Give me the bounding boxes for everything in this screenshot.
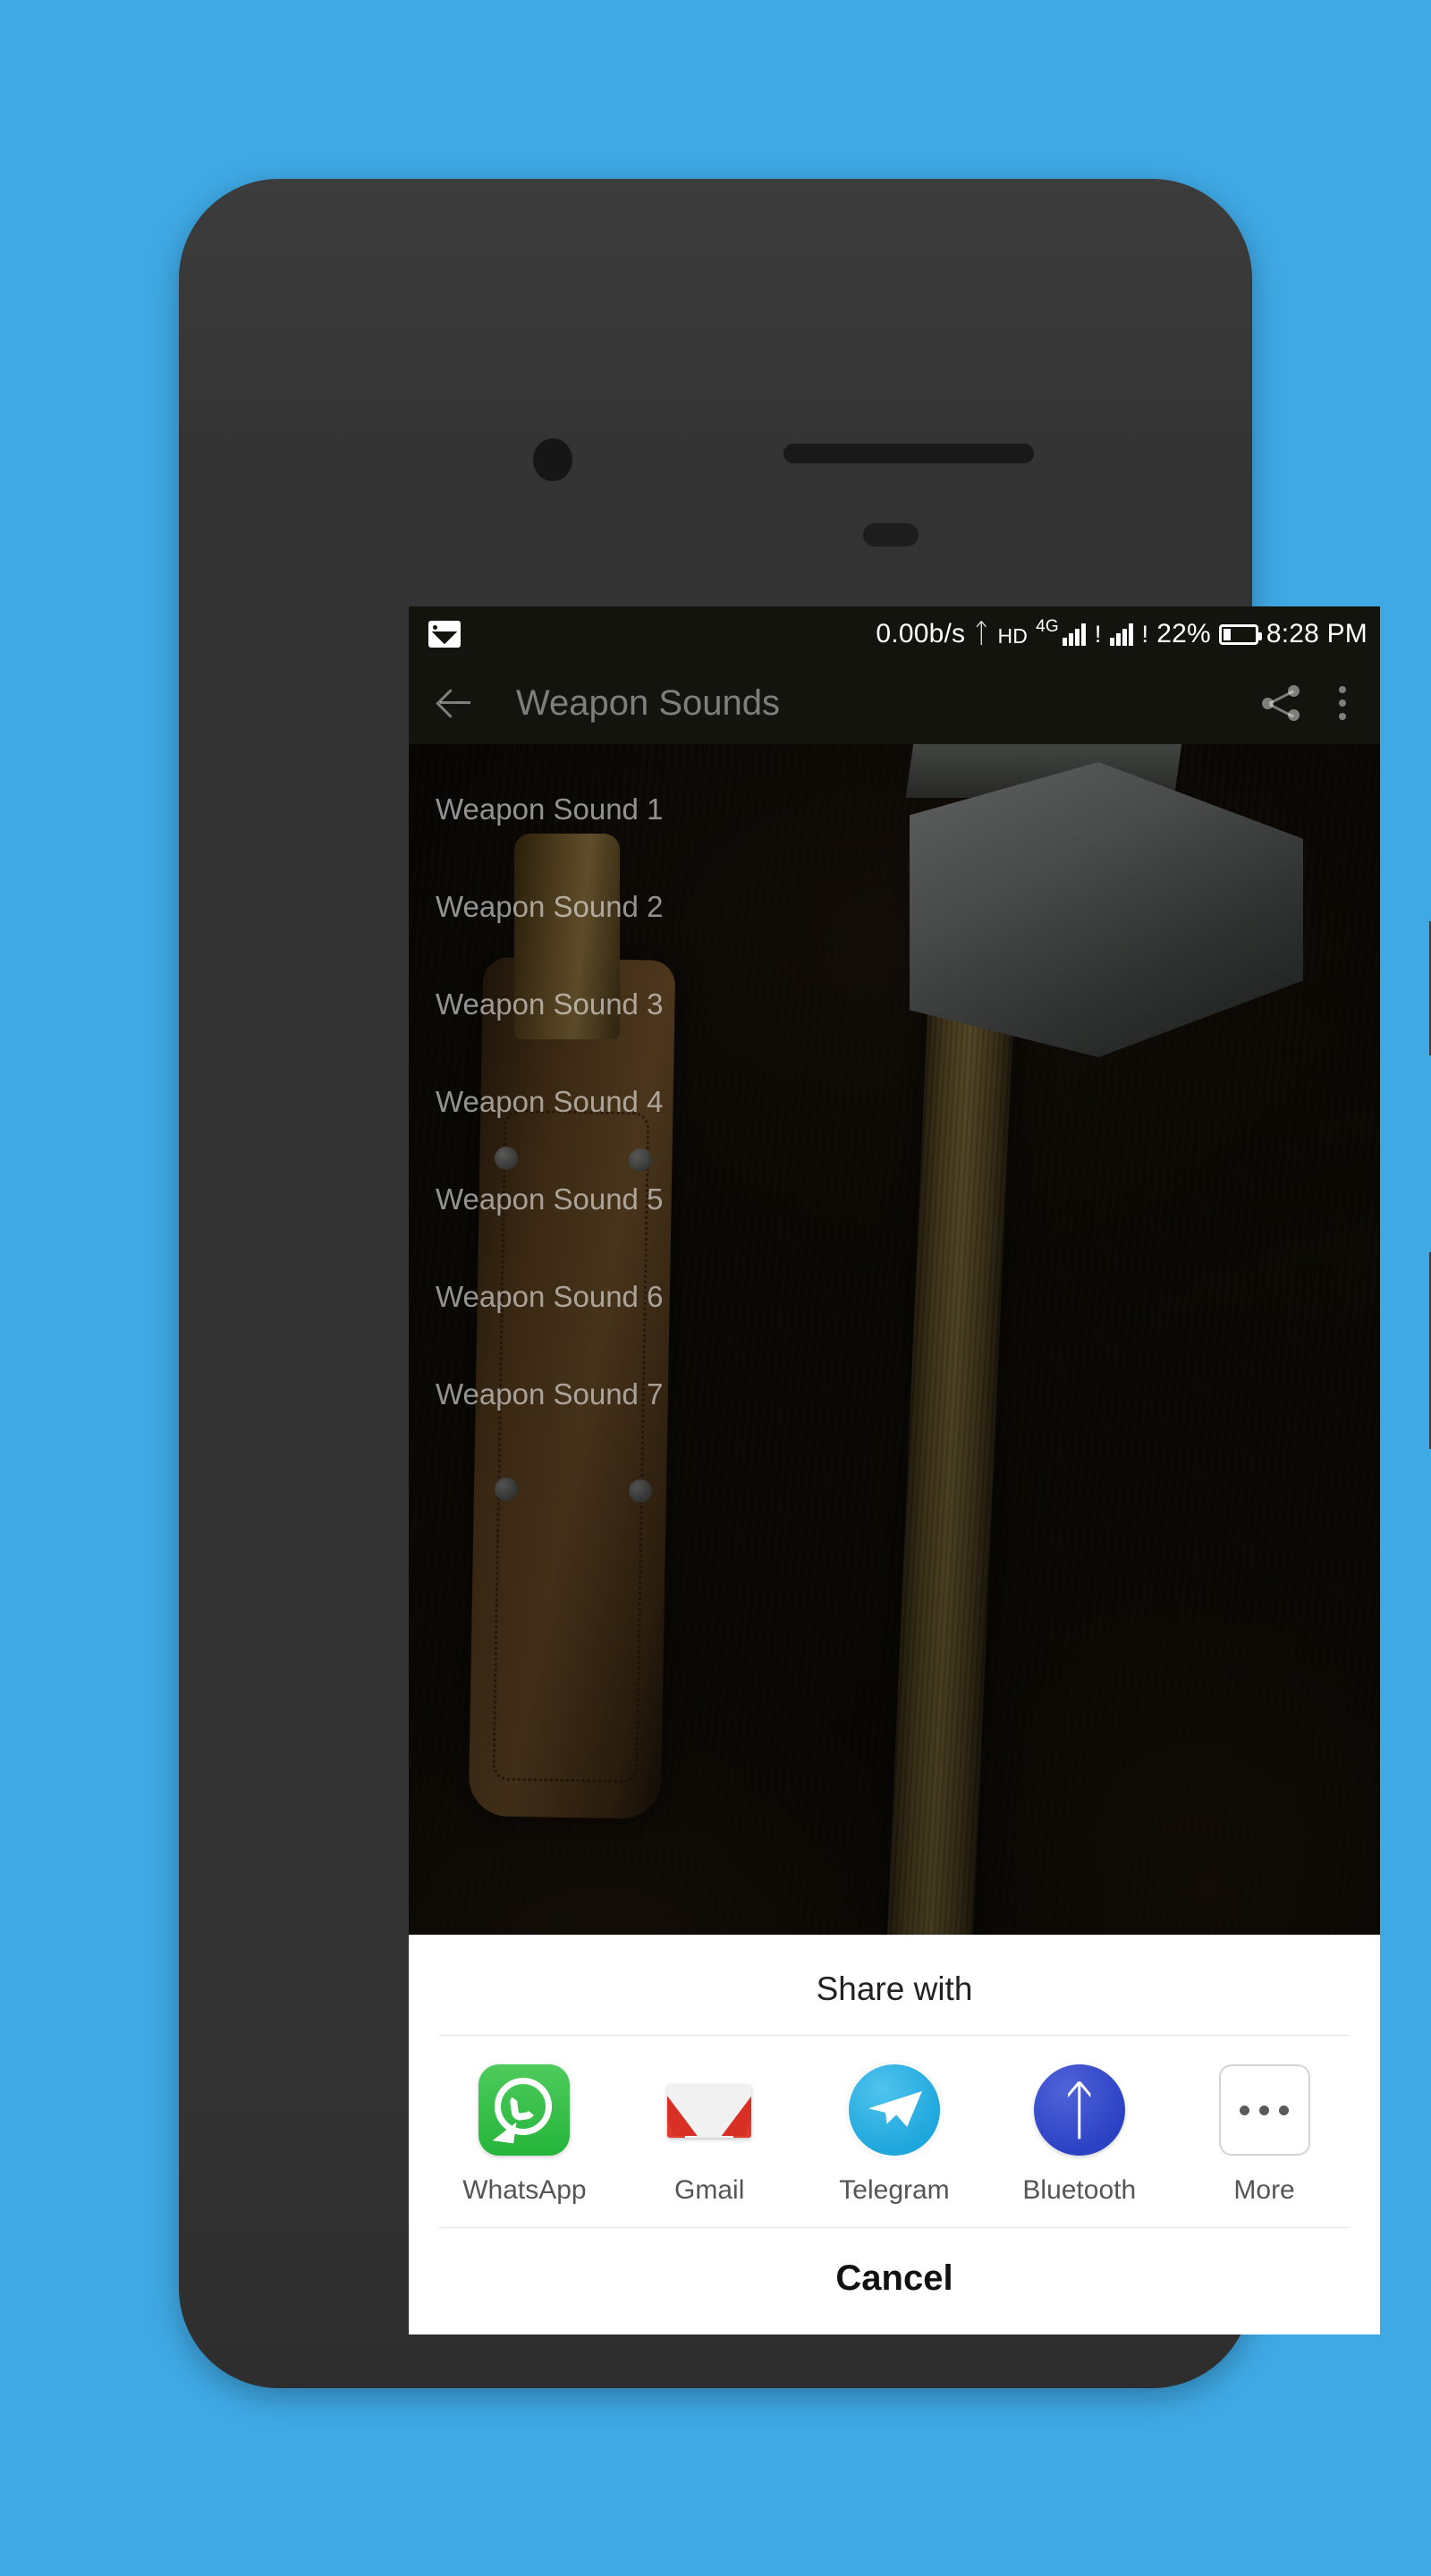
app-bar: Weapon Sounds bbox=[409, 662, 1380, 744]
list-item[interactable]: Weapon Sound 7 bbox=[409, 1345, 1380, 1443]
cancel-button[interactable]: Cancel bbox=[409, 2228, 1380, 2334]
share-sheet-title: Share with bbox=[816, 1970, 973, 2007]
app-bar-actions bbox=[1262, 682, 1357, 724]
more-dots-icon bbox=[1218, 2064, 1310, 2156]
signal-bars-sim2-icon bbox=[1109, 623, 1133, 646]
status-bar-left bbox=[428, 621, 461, 648]
bluetooth-icon: ᛏ bbox=[973, 619, 990, 648]
earpiece-speaker bbox=[783, 444, 1034, 463]
list-item-label: Weapon Sound 6 bbox=[436, 1279, 664, 1313]
share-target-gmail[interactable]: Gmail bbox=[629, 2064, 790, 2206]
volte-hd-icon: HD bbox=[997, 623, 1029, 648]
list-item[interactable]: Weapon Sound 6 bbox=[409, 1248, 1380, 1345]
sound-list: Weapon Sound 1 Weapon Sound 2 Weapon Sou… bbox=[409, 744, 1380, 1443]
share-target-label: WhatsApp bbox=[462, 2175, 587, 2205]
share-target-bluetooth[interactable]: ᛏ Bluetooth bbox=[999, 2064, 1160, 2206]
back-arrow-icon[interactable] bbox=[432, 680, 478, 726]
share-target-telegram[interactable]: Telegram bbox=[814, 2064, 975, 2206]
share-target-label: Telegram bbox=[839, 2175, 950, 2205]
battery-icon bbox=[1218, 623, 1262, 645]
share-target-label: Bluetooth bbox=[1022, 2175, 1137, 2205]
list-item-label: Weapon Sound 4 bbox=[436, 1084, 664, 1118]
share-target-more[interactable]: More bbox=[1184, 2064, 1345, 2206]
list-item-label: Weapon Sound 7 bbox=[436, 1377, 664, 1411]
telegram-icon bbox=[848, 2064, 940, 2156]
list-item-label: Weapon Sound 5 bbox=[436, 1182, 664, 1216]
sim1-alert-label: ! bbox=[1094, 620, 1102, 648]
share-icon[interactable] bbox=[1262, 682, 1303, 724]
gmail-icon bbox=[664, 2064, 755, 2156]
signal-bars-sim1-icon bbox=[1062, 623, 1086, 646]
cancel-button-label: Cancel bbox=[835, 2258, 953, 2298]
phone-screen: 0.00b/s ᛏ HD 4G ! ! 22% 8:28 PM Weapon S… bbox=[409, 606, 1380, 2334]
sim2-alert-label: ! bbox=[1141, 620, 1149, 648]
battery-percent-label: 22% bbox=[1156, 619, 1211, 648]
list-item[interactable]: Weapon Sound 5 bbox=[409, 1150, 1380, 1248]
overflow-menu-icon[interactable] bbox=[1339, 686, 1350, 720]
share-target-label: Gmail bbox=[674, 2175, 745, 2205]
list-item-label: Weapon Sound 1 bbox=[436, 792, 664, 826]
share-bottom-sheet: Share with WhatsApp Gmail Telegram ᛏ Blu… bbox=[409, 1935, 1380, 2334]
list-item[interactable]: Weapon Sound 1 bbox=[409, 760, 1380, 858]
front-camera-icon bbox=[533, 438, 572, 481]
status-bar: 0.00b/s ᛏ HD 4G ! ! 22% 8:28 PM bbox=[409, 606, 1380, 662]
share-target-list: WhatsApp Gmail Telegram ᛏ Bluetooth More bbox=[409, 2036, 1380, 2227]
list-item-label: Weapon Sound 3 bbox=[436, 987, 664, 1021]
phone-device: 0.00b/s ᛏ HD 4G ! ! 22% 8:28 PM Weapon S… bbox=[179, 179, 1431, 2388]
list-item-label: Weapon Sound 2 bbox=[436, 889, 664, 923]
page-title: Weapon Sounds bbox=[516, 682, 781, 723]
share-target-label: More bbox=[1233, 2175, 1295, 2205]
list-item[interactable]: Weapon Sound 4 bbox=[409, 1053, 1380, 1150]
network-type-label: 4G bbox=[1036, 617, 1059, 636]
network-speed-label: 0.00b/s bbox=[876, 619, 966, 648]
status-bar-right: 0.00b/s ᛏ HD 4G ! ! 22% 8:28 PM bbox=[876, 617, 1367, 649]
list-item[interactable]: Weapon Sound 3 bbox=[409, 955, 1380, 1053]
share-target-whatsapp[interactable]: WhatsApp bbox=[444, 2064, 605, 2206]
whatsapp-icon bbox=[478, 2064, 571, 2156]
content-area: Weapon Sound 1 Weapon Sound 2 Weapon Sou… bbox=[409, 744, 1380, 2334]
home-button[interactable] bbox=[863, 523, 919, 547]
image-icon bbox=[428, 621, 461, 648]
clock-label: 8:28 PM bbox=[1266, 619, 1367, 648]
bluetooth-icon: ᛏ bbox=[1033, 2064, 1125, 2156]
list-item[interactable]: Weapon Sound 2 bbox=[409, 858, 1380, 955]
